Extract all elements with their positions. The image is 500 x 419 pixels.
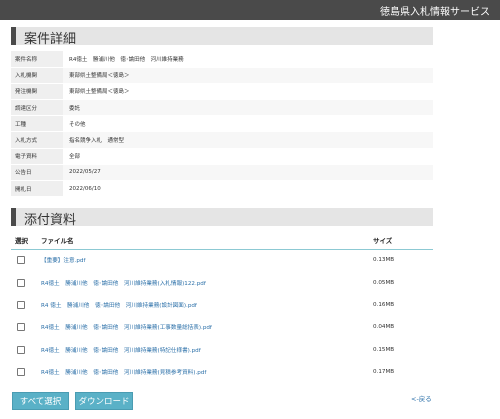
- detail-value: 全部: [63, 148, 433, 165]
- detail-label: 電子資料: [11, 148, 63, 165]
- filename-cell: R4徳土 勝浦川他 徳･論田他 河川維持業務(見積参考資料).pdf: [41, 361, 373, 383]
- detail-row: 入札機関 東部県土整備局＜徳島＞: [11, 67, 433, 84]
- select-cell: [11, 249, 41, 271]
- table-row: 【重要】注意.pdf 0.13MB: [11, 249, 433, 271]
- detail-value: その他: [63, 115, 433, 133]
- detail-row: 工種 その他: [11, 115, 433, 133]
- top-bar: 徳島県入札情報サービス: [0, 0, 500, 20]
- detail-row: 入札方式 指名競争入札 通常型: [11, 131, 433, 149]
- download-button[interactable]: ダウンロード: [75, 392, 133, 410]
- section-title-attachments: 添付資料: [24, 213, 77, 228]
- detail-label: 発注機関: [11, 83, 63, 101]
- detail-row: 開札日 2022/06/10: [11, 180, 433, 198]
- table-row: R4徳土 勝浦川他 徳･論田他 河川維持業務(工事数量総括表).pdf 0.04…: [11, 316, 433, 338]
- file-checkbox[interactable]: [17, 345, 25, 354]
- detail-value: 指名競争入札 通常型: [63, 131, 433, 149]
- column-header-size: サイズ: [373, 231, 433, 250]
- select-cell: [11, 294, 41, 316]
- select-cell: [11, 316, 41, 338]
- file-size: 0.17MB: [373, 369, 395, 376]
- detail-label: 調達区分: [11, 99, 63, 117]
- file-size: 0.04MB: [373, 324, 395, 331]
- table-row: R4 徳土 勝浦川他 徳･論田他 河川維持業務(設計図面).pdf 0.16MB: [11, 294, 433, 316]
- detail-row: 電子資料 全部: [11, 148, 433, 165]
- filename-cell: R4徳土 勝浦川他 徳･論田他 河川維持業務(工事数量総括表).pdf: [41, 316, 373, 338]
- detail-row: 発注機関 東部県土整備局＜徳島＞: [11, 83, 433, 101]
- detail-label: 入札方式: [11, 131, 63, 149]
- file-size: 0.13MB: [373, 257, 395, 264]
- file-link[interactable]: R4徳土 勝浦川他 徳･論田他 河川維持業務(工事数量総括表).pdf: [41, 325, 212, 331]
- detail-row: 公告日 2022/05/27: [11, 164, 433, 182]
- section-header-attachments: 添付資料: [11, 208, 433, 228]
- filename-cell: R4徳土 勝浦川他 徳･論田他 河川維持業務(特記仕様書).pdf: [41, 339, 373, 361]
- file-size: 0.16MB: [373, 301, 395, 308]
- table-row: R4徳土 勝浦川他 徳･論田他 河川維持業務(見積参考資料).pdf 0.17M…: [11, 361, 433, 383]
- file-link[interactable]: R4徳土 勝浦川他 徳･論田他 河川維持業務(見積参考資料).pdf: [41, 370, 206, 376]
- detail-row: 案件名称 R4徳土 勝浦川他 徳･論田他 河川維持業務: [11, 51, 433, 68]
- file-link[interactable]: 【重要】注意.pdf: [41, 258, 85, 264]
- site-title: 徳島県入札情報サービス: [380, 7, 490, 18]
- file-checkbox[interactable]: [17, 256, 25, 265]
- detail-label: 開札日: [11, 180, 63, 198]
- file-checkbox[interactable]: [17, 278, 25, 287]
- column-header-select: 選択: [11, 231, 41, 250]
- detail-value: 2022/05/27: [63, 164, 433, 182]
- section-header-details: 案件詳細: [11, 27, 433, 47]
- file-checkbox[interactable]: [17, 300, 25, 309]
- section-title-details: 案件詳細: [24, 32, 77, 47]
- file-link[interactable]: R4徳土 勝浦川他 徳･論田他 河川維持業務(特記仕様書).pdf: [41, 348, 201, 354]
- file-checkbox[interactable]: [17, 368, 25, 377]
- select-all-button[interactable]: すべて選択: [12, 392, 69, 410]
- detail-label: 案件名称: [11, 51, 63, 68]
- detail-label: 工種: [11, 115, 63, 133]
- filename-cell: R4 徳土 勝浦川他 徳･論田他 河川維持業務(設計図面).pdf: [41, 294, 373, 316]
- detail-label: 公告日: [11, 164, 63, 182]
- attachments-table: 選択 ファイル名 サイズ 【重要】注意.pdf 0.13MB R4徳土 勝浦川他…: [11, 231, 433, 383]
- select-cell: [11, 339, 41, 361]
- table-row: R4徳土 勝浦川他 徳･論田他 河川維持業務(特記仕様書).pdf 0.15MB: [11, 339, 433, 361]
- column-header-filename: ファイル名: [41, 231, 373, 250]
- detail-value: 東部県土整備局＜徳島＞: [63, 67, 433, 84]
- detail-label: 入札機関: [11, 67, 63, 84]
- detail-value: 委託: [63, 99, 433, 117]
- detail-value: R4徳土 勝浦川他 徳･論田他 河川維持業務: [63, 51, 433, 68]
- details-table: 案件名称 R4徳土 勝浦川他 徳･論田他 河川維持業務 入札機関 東部県土整備局＜徳…: [11, 51, 433, 198]
- select-cell: [11, 271, 41, 293]
- file-link[interactable]: R4 徳土 勝浦川他 徳･論田他 河川維持業務(設計図面).pdf: [41, 303, 197, 309]
- filename-cell: 【重要】注意.pdf: [41, 249, 373, 271]
- detail-value: 東部県土整備局＜徳島＞: [63, 83, 433, 101]
- file-size: 0.15MB: [373, 346, 395, 353]
- detail-row: 調達区分 委託: [11, 99, 433, 117]
- detail-value: 2022/06/10: [63, 180, 433, 198]
- file-checkbox[interactable]: [17, 323, 25, 332]
- back-link[interactable]: <-戻る: [411, 393, 432, 403]
- attachments-header-row: 選択 ファイル名 サイズ: [11, 231, 433, 250]
- select-cell: [11, 361, 41, 383]
- file-size: 0.05MB: [373, 279, 395, 286]
- table-row: R4徳土 勝浦川他 徳･論田他 河川維持業務(入札情報)122.pdf 0.05…: [11, 271, 433, 293]
- file-link[interactable]: R4徳土 勝浦川他 徳･論田他 河川維持業務(入札情報)122.pdf: [41, 281, 206, 287]
- filename-cell: R4徳土 勝浦川他 徳･論田他 河川維持業務(入札情報)122.pdf: [41, 271, 373, 293]
